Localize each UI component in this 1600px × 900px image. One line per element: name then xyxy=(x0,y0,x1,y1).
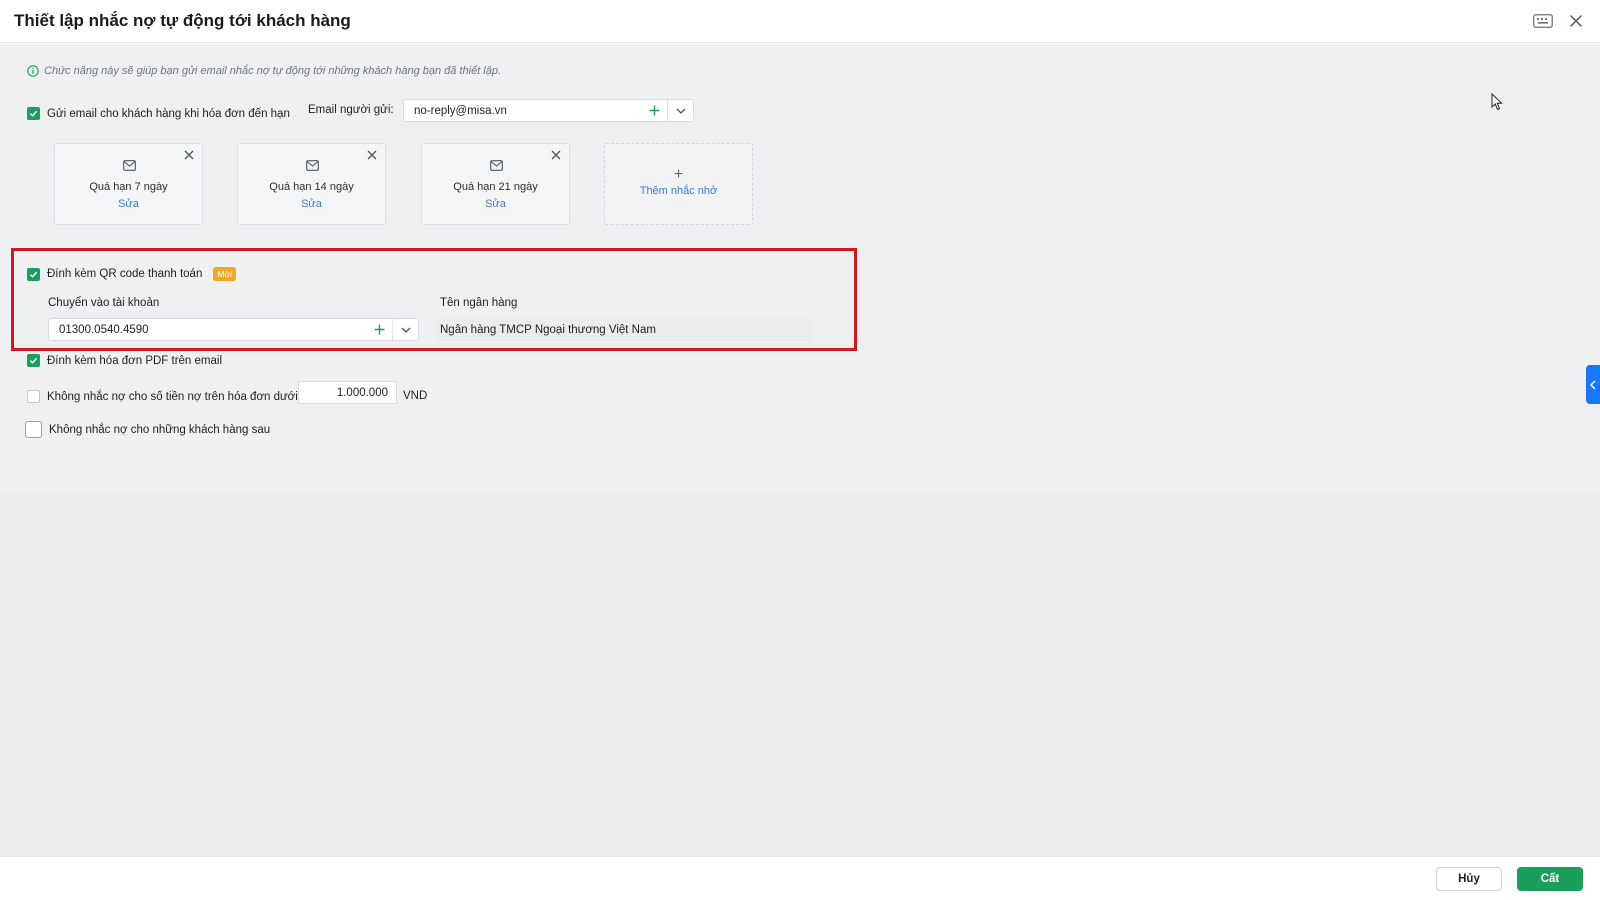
mouse-cursor-icon xyxy=(1491,93,1503,111)
currency-label: VND xyxy=(403,390,428,402)
min-amount-row: Không nhắc nợ cho số tiền nợ trên hóa đơ… xyxy=(27,390,298,403)
side-panel-toggle[interactable] xyxy=(1586,365,1600,404)
mail-icon xyxy=(306,160,319,171)
pdf-checkbox[interactable] xyxy=(27,354,40,367)
pdf-row: Đính kèm hóa đơn PDF trên email xyxy=(27,354,222,367)
empty-area xyxy=(0,494,1600,856)
sender-dropdown-chevron-icon[interactable] xyxy=(667,100,693,121)
reminder-name: Quá hạn 7 ngày xyxy=(89,181,168,193)
sender-email-label: Email người gửi: xyxy=(308,104,394,116)
cancel-button[interactable]: Hủy xyxy=(1436,867,1502,891)
dialog-title: Thiết lập nhắc nợ tự động tới khách hàng xyxy=(14,11,351,30)
plus-icon: + xyxy=(673,166,684,183)
qr-row: Đính kèm QR code thanh toán Mới xyxy=(27,267,236,281)
add-account-plus-icon[interactable] xyxy=(366,319,392,340)
account-dropdown-chevron-icon[interactable] xyxy=(392,319,418,340)
account-label: Chuyển vào tài khoản xyxy=(48,297,160,309)
dialog-header: Thiết lập nhắc nợ tự động tới khách hàng xyxy=(0,0,1600,43)
info-icon xyxy=(27,65,39,77)
qr-checkbox[interactable] xyxy=(27,267,40,281)
info-note: Chức năng này sẽ giúp bạn gửi email nhắc… xyxy=(27,65,501,77)
exclude-customers-label: Không nhắc nợ cho những khách hàng sau xyxy=(49,423,271,436)
reminder-card[interactable]: Quá hạn 7 ngày Sửa xyxy=(54,143,203,225)
keyboard-icon[interactable] xyxy=(1533,14,1553,28)
add-reminder-card[interactable]: + Thêm nhắc nhở xyxy=(604,143,753,225)
sender-email-value: no-reply@misa.vn xyxy=(414,104,507,117)
dialog-body: Chức năng này sẽ giúp bạn gửi email nhắc… xyxy=(0,44,1600,856)
account-value: 01300.0540.4590 xyxy=(59,323,149,336)
remove-reminder-close-icon[interactable] xyxy=(367,150,377,160)
reminder-name: Quá hạn 14 ngày xyxy=(269,181,354,193)
send-email-checkbox[interactable] xyxy=(27,107,40,120)
exclude-customers-checkbox[interactable] xyxy=(25,421,42,438)
reminder-card[interactable]: Quá hạn 14 ngày Sửa xyxy=(237,143,386,225)
remove-reminder-close-icon[interactable] xyxy=(551,150,561,160)
form-area: Chức năng này sẽ giúp bạn gửi email nhắc… xyxy=(0,44,1600,494)
chevron-left-icon xyxy=(1590,379,1596,390)
info-text: Chức năng này sẽ giúp bạn gửi email nhắc… xyxy=(44,65,502,77)
send-email-label: Gửi email cho khách hàng khi hóa đơn đến… xyxy=(47,107,290,120)
dialog-footer: Hủy Cất xyxy=(0,856,1600,900)
min-amount-checkbox[interactable] xyxy=(27,390,40,403)
min-amount-label: Không nhắc nợ cho số tiền nợ trên hóa đơ… xyxy=(47,390,298,403)
reminder-edit-link[interactable]: Sửa xyxy=(55,198,202,210)
reminder-card[interactable]: Quá hạn 21 ngày Sửa xyxy=(421,143,570,225)
min-amount-input[interactable]: 1.000.000 xyxy=(298,381,397,404)
reminder-edit-link[interactable]: Sửa xyxy=(238,198,385,210)
reminder-name: Quá hạn 21 ngày xyxy=(453,181,538,193)
bank-name-label: Tên ngân hàng xyxy=(440,297,518,309)
reminder-edit-link[interactable]: Sửa xyxy=(422,198,569,210)
sender-email-select[interactable]: no-reply@misa.vn xyxy=(403,99,694,122)
mail-icon xyxy=(123,160,136,171)
new-badge: Mới xyxy=(213,267,236,281)
exclude-customers-row: Không nhắc nợ cho những khách hàng sau xyxy=(25,421,270,438)
send-email-row: Gửi email cho khách hàng khi hóa đơn đến… xyxy=(27,107,290,120)
mail-icon xyxy=(490,160,503,171)
save-button[interactable]: Cất xyxy=(1517,867,1583,891)
close-icon[interactable] xyxy=(1568,13,1584,29)
pdf-label: Đính kèm hóa đơn PDF trên email xyxy=(47,354,223,367)
bank-name-value: Ngân hàng TMCP Ngoại thương Việt Nam xyxy=(436,318,811,341)
add-sender-plus-icon[interactable] xyxy=(641,100,667,121)
account-select[interactable]: 01300.0540.4590 xyxy=(48,318,419,341)
add-reminder-label: Thêm nhắc nhở xyxy=(639,185,718,197)
remove-reminder-close-icon[interactable] xyxy=(184,150,194,160)
qr-label: Đính kèm QR code thanh toán xyxy=(47,268,203,280)
